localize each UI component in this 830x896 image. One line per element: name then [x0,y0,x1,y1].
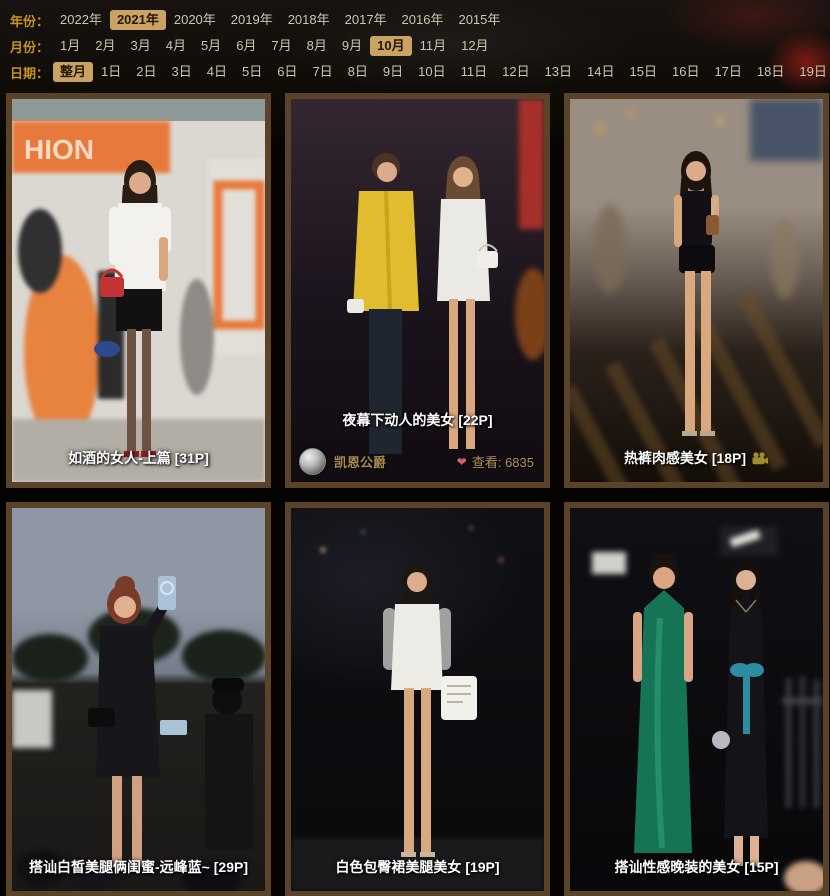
gallery-card-5: 白色包臀裙美腿美女 [19P] [285,502,550,896]
month-option-9月[interactable]: 9月 [335,36,369,56]
card-4-title[interactable]: 搭讪白皙美腿俩闺蜜-远峰蓝~ [29P] [29,857,248,877]
card-6-title[interactable]: 搭讪性感晚装的美女 [15P] [614,857,778,877]
author-name[interactable]: 凯恩公爵 [334,452,386,471]
photo-illustration: HION [12,99,265,482]
card-2-meta: 凯恩公爵 ❤ 查看: 6835 [299,448,534,475]
month-option-12月[interactable]: 12月 [454,36,495,56]
day-option-17日[interactable]: 17日 [707,62,748,82]
author-avatar[interactable] [299,448,326,475]
card-5-thumbnail[interactable] [291,508,544,891]
card-5-title[interactable]: 白色包臀裙美腿美女 [19P] [335,857,499,877]
gallery-card-1: HION [6,93,271,488]
photo-grid: HION [0,93,830,896]
month-option-5月[interactable]: 5月 [194,36,228,56]
year-option-2019年[interactable]: 2019年 [224,10,280,30]
year-option-2022年[interactable]: 2022年 [53,10,109,30]
views-counter: ❤ 查看: 6835 [457,452,534,471]
year-option-2018年[interactable]: 2018年 [281,10,337,30]
day-option-10日[interactable]: 10日 [411,62,452,82]
month-option-8月[interactable]: 8月 [300,36,334,56]
day-option-整月[interactable]: 整月 [53,62,93,82]
card-2-title[interactable]: 夜幕下动人的美女 [22P] [342,410,492,430]
photo-illustration [570,508,823,891]
day-option-7日[interactable]: 7日 [305,62,339,82]
gallery-card-6: 搭讪性感晚装的美女 [15P] [564,502,829,896]
card-1-title[interactable]: 如酒的女人-上篇 [31P] [68,448,209,468]
figure-woman-green-dress [633,554,693,853]
year-label: 年份： [10,11,49,30]
month-option-7月[interactable]: 7月 [264,36,298,56]
backdrop-sign-text: HION [24,134,94,165]
card-3-title[interactable]: 热裤肉感美女 [18P] [624,448,746,468]
month-option-6月[interactable]: 6月 [229,36,263,56]
gallery-card-3: 热裤肉感美女 [18P] [564,93,829,488]
day-option-8日[interactable]: 8日 [341,62,375,82]
gallery-card-4: 搭讪白皙美腿俩闺蜜-远峰蓝~ [29P] [6,502,271,896]
day-option-3日[interactable]: 3日 [165,62,199,82]
card-1-thumbnail[interactable]: HION [12,99,265,482]
card-4-caption[interactable]: 搭讪白皙美腿俩闺蜜-远峰蓝~ [29P] [12,857,265,877]
day-option-6日[interactable]: 6日 [270,62,304,82]
day-label: 日期： [10,63,49,82]
day-option-11日[interactable]: 11日 [454,62,495,82]
month-option-11月[interactable]: 11月 [413,36,454,56]
figure-woman-white-dress [437,156,498,449]
day-option-14日[interactable]: 14日 [580,62,621,82]
month-option-1月[interactable]: 1月 [53,36,87,56]
filter-bar: 年份： 2022年2021年2020年2019年2018年2017年2016年2… [0,0,830,85]
card-1-caption[interactable]: 如酒的女人-上篇 [31P] [12,448,265,468]
month-option-10月[interactable]: 10月 [370,36,411,56]
card-4-thumbnail[interactable] [12,508,265,891]
filter-row-month: 月份： 1月2月3月4月5月6月7月8月9月10月11月12月 [10,33,830,59]
figure-woman-white-dress [383,562,477,857]
card-6-thumbnail[interactable] [570,508,823,891]
day-option-18日[interactable]: 18日 [750,62,791,82]
card-3-caption[interactable]: 热裤肉感美女 [18P] [570,448,823,468]
day-option-16日[interactable]: 16日 [665,62,706,82]
month-option-4月[interactable]: 4月 [159,36,193,56]
year-option-2021年[interactable]: 2021年 [110,10,166,30]
card-5-caption[interactable]: 白色包臀裙美腿美女 [19P] [291,857,544,877]
month-option-2月[interactable]: 2月 [88,36,122,56]
day-option-2日[interactable]: 2日 [129,62,163,82]
month-option-3月[interactable]: 3月 [123,36,157,56]
photo-illustration [12,508,265,891]
figure-woman-black-gown [712,560,768,866]
photo-illustration [570,99,823,482]
views-count: 查看: 6835 [472,452,534,471]
filter-row-day: 日期： 整月1日2日3日4日5日6日7日8日9日10日11日12日13日14日1… [10,59,830,85]
photo-illustration [291,508,544,891]
day-option-1日[interactable]: 1日 [94,62,128,82]
heart-icon: ❤ [457,456,467,468]
year-option-2017年[interactable]: 2017年 [338,10,394,30]
year-option-2015年[interactable]: 2015年 [451,10,507,30]
gallery-card-2: 夜幕下动人的美女 [22P] 凯恩公爵 ❤ 查看: 6835 [285,93,550,488]
day-option-12日[interactable]: 12日 [495,62,536,82]
card-3-thumbnail[interactable] [570,99,823,482]
card-6-caption[interactable]: 搭讪性感晚装的美女 [15P] [570,857,823,877]
month-label: 月份： [10,37,49,56]
day-option-19日[interactable]: 19日 [792,62,830,82]
video-camera-icon [751,452,769,465]
year-option-2020年[interactable]: 2020年 [167,10,223,30]
day-option-5日[interactable]: 5日 [235,62,269,82]
day-option-13日[interactable]: 13日 [538,62,579,82]
day-option-15日[interactable]: 15日 [623,62,664,82]
filter-row-year: 年份： 2022年2021年2020年2019年2018年2017年2016年2… [10,7,830,33]
day-option-4日[interactable]: 4日 [200,62,234,82]
card-2-caption[interactable]: 夜幕下动人的美女 [22P] [291,410,544,430]
day-option-9日[interactable]: 9日 [376,62,410,82]
figure-man-cap [205,678,253,849]
figure-woman-yellow-coat [347,153,419,454]
year-option-2016年[interactable]: 2016年 [395,10,451,30]
